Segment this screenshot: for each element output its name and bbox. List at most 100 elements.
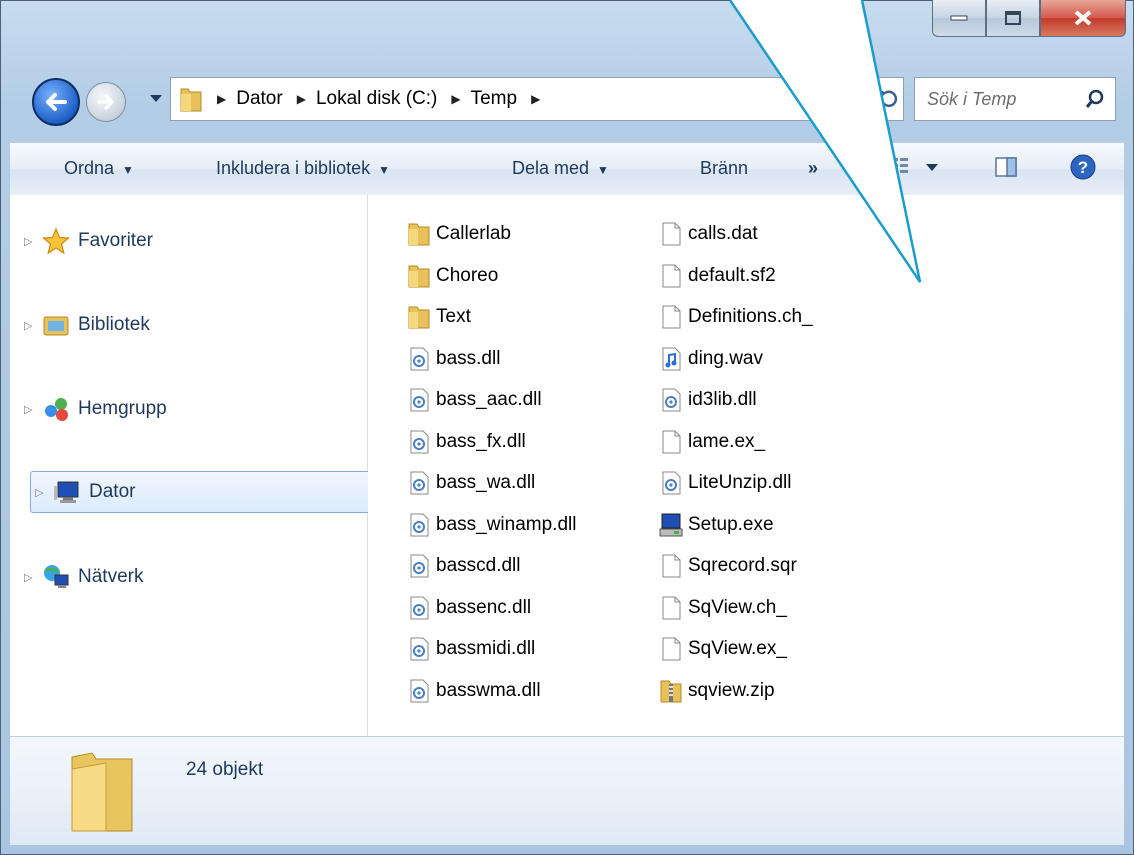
organize-label: Ordna <box>64 158 115 178</box>
nav-item-label: Dator <box>89 481 136 502</box>
nav-item-label: Hemgrupp <box>78 398 167 419</box>
burn-button[interactable]: Bränn <box>700 158 748 179</box>
back-button[interactable] <box>32 78 80 126</box>
breadcrumb-separator-icon[interactable]: ▶ <box>217 92 226 106</box>
file-name: Definitions.ch_ <box>688 306 813 327</box>
breadcrumb-separator-icon[interactable]: ▶ <box>297 92 306 106</box>
audio-file-icon <box>658 344 684 374</box>
search-input[interactable]: Sök i Temp <box>927 89 1085 110</box>
dll-file-icon <box>406 634 432 664</box>
file-item[interactable]: SqView.ch_ <box>658 589 787 627</box>
expand-arrow-icon[interactable]: ▷ <box>24 403 38 416</box>
expand-arrow-icon[interactable]: ▷ <box>24 319 38 332</box>
file-name: bassenc.dll <box>436 596 532 618</box>
breadcrumb-separator-icon[interactable]: ▶ <box>531 92 540 106</box>
close-button[interactable] <box>1040 0 1126 37</box>
file-item[interactable]: calls.dat <box>658 215 758 253</box>
file-item[interactable]: Choreo <box>406 257 498 295</box>
nav-item-favorites[interactable]: ▷ Favoriter <box>20 221 360 261</box>
folder-icon <box>406 302 432 332</box>
maximize-button[interactable] <box>986 0 1040 37</box>
address-row: ▶ Dator ▶ Lokal disk (C:) ▶ Temp ▶ Sök i… <box>0 70 1134 130</box>
expand-arrow-icon[interactable]: ▷ <box>24 235 38 248</box>
explorer-window: ▶ Dator ▶ Lokal disk (C:) ▶ Temp ▶ Sök i… <box>0 0 1134 855</box>
file-name: SqView.ch_ <box>688 596 787 618</box>
file-item[interactable]: lame.ex_ <box>658 423 765 461</box>
search-icon[interactable] <box>1085 89 1105 109</box>
file-name: lame.ex_ <box>688 430 766 452</box>
file-item[interactable]: Setup.exe <box>658 506 774 544</box>
file-item[interactable]: Definitions.ch_ <box>658 298 813 336</box>
file-item[interactable]: bass.dll <box>406 340 500 378</box>
file-item[interactable]: ding.wav <box>658 340 763 378</box>
include-library-label: Inkludera i bibliotek <box>216 158 371 178</box>
file-name: default.sf2 <box>688 264 776 286</box>
file-name: ding.wav <box>688 347 763 369</box>
search-box[interactable]: Sök i Temp <box>914 77 1116 121</box>
caption-buttons <box>932 0 1126 38</box>
dll-file-icon <box>406 676 432 706</box>
preview-pane-button[interactable] <box>994 155 1018 184</box>
more-commands-button[interactable]: » <box>808 158 818 179</box>
refresh-icon[interactable] <box>877 86 901 110</box>
view-options-button[interactable] <box>892 155 946 184</box>
folder-icon <box>406 219 432 249</box>
file-name: basscd.dll <box>436 555 521 576</box>
close-icon <box>1074 10 1092 26</box>
file-name: LiteUnzip.dll <box>688 472 792 493</box>
expand-arrow-icon[interactable]: ▷ <box>24 571 38 584</box>
nav-item-network[interactable]: ▷ Nätverk <box>20 557 360 597</box>
forward-button[interactable] <box>86 82 126 122</box>
breadcrumb-dator[interactable]: Dator <box>236 88 282 110</box>
nav-item-homegroup[interactable]: ▷ Hemgrupp <box>20 389 360 429</box>
file-item[interactable]: bass_aac.dll <box>406 381 542 419</box>
file-icon <box>658 302 684 332</box>
burn-label: Bränn <box>700 158 749 178</box>
chevron-down-icon: ▼ <box>597 163 609 177</box>
library-icon <box>42 311 70 339</box>
minimize-button[interactable] <box>932 0 986 37</box>
nav-item-label: Nätverk <box>78 566 144 587</box>
file-name: bass_wa.dll <box>436 472 536 493</box>
file-item[interactable]: basswma.dll <box>406 672 541 710</box>
zip-folder-icon <box>658 676 684 706</box>
folder-icon <box>71 752 133 832</box>
file-item[interactable]: basscd.dll <box>406 547 521 585</box>
file-item[interactable]: LiteUnzip.dll <box>658 464 792 502</box>
nav-item-label: Bibliotek <box>78 314 150 335</box>
recent-pages-button[interactable] <box>148 90 164 106</box>
view-details-icon <box>894 158 938 173</box>
file-item[interactable]: bassmidi.dll <box>406 630 535 668</box>
chevron-down-icon: ▼ <box>378 163 390 177</box>
file-name: Setup.exe <box>688 513 774 535</box>
address-bar[interactable]: ▶ Dator ▶ Lokal disk (C:) ▶ Temp ▶ <box>170 77 904 121</box>
file-item[interactable]: bass_wa.dll <box>406 464 535 502</box>
help-button[interactable]: ? <box>1070 154 1096 185</box>
expand-arrow-icon[interactable]: ▷ <box>35 486 49 499</box>
file-name: bass.dll <box>436 347 501 369</box>
nav-item-computer[interactable]: ▷ Dator <box>30 471 372 513</box>
file-item[interactable]: sqview.zip <box>658 672 775 710</box>
file-name: Sqrecord.sqr <box>688 555 797 576</box>
dll-file-icon <box>406 385 432 415</box>
file-name: sqview.zip <box>688 679 775 701</box>
nav-item-libraries[interactable]: ▷ Bibliotek <box>20 305 360 345</box>
share-with-menu[interactable]: Dela med ▼ <box>512 158 609 179</box>
file-item[interactable]: default.sf2 <box>658 257 776 295</box>
organize-menu[interactable]: Ordna ▼ <box>64 158 134 179</box>
file-item[interactable]: Text <box>406 298 471 336</box>
navigation-pane: ▷ Favoriter ▷ Bibliotek ▷ Hemgrupp ▷ Dat… <box>10 195 372 736</box>
breadcrumb-separator-icon[interactable]: ▶ <box>451 92 460 106</box>
file-item[interactable]: Callerlab <box>406 215 511 253</box>
file-item[interactable]: SqView.ex_ <box>658 630 787 668</box>
file-item[interactable]: bassenc.dll <box>406 589 531 627</box>
breadcrumb-local-disk[interactable]: Lokal disk (C:) <box>316 88 437 110</box>
file-icon <box>658 219 684 249</box>
file-item[interactable]: Sqrecord.sqr <box>658 547 797 585</box>
include-library-menu[interactable]: Inkludera i bibliotek ▼ <box>216 158 390 179</box>
breadcrumb-temp[interactable]: Temp <box>471 88 517 110</box>
file-item[interactable]: id3lib.dll <box>658 381 757 419</box>
file-name: basswma.dll <box>436 679 541 701</box>
file-item[interactable]: bass_fx.dll <box>406 423 526 461</box>
file-item[interactable]: bass_winamp.dll <box>406 506 576 544</box>
